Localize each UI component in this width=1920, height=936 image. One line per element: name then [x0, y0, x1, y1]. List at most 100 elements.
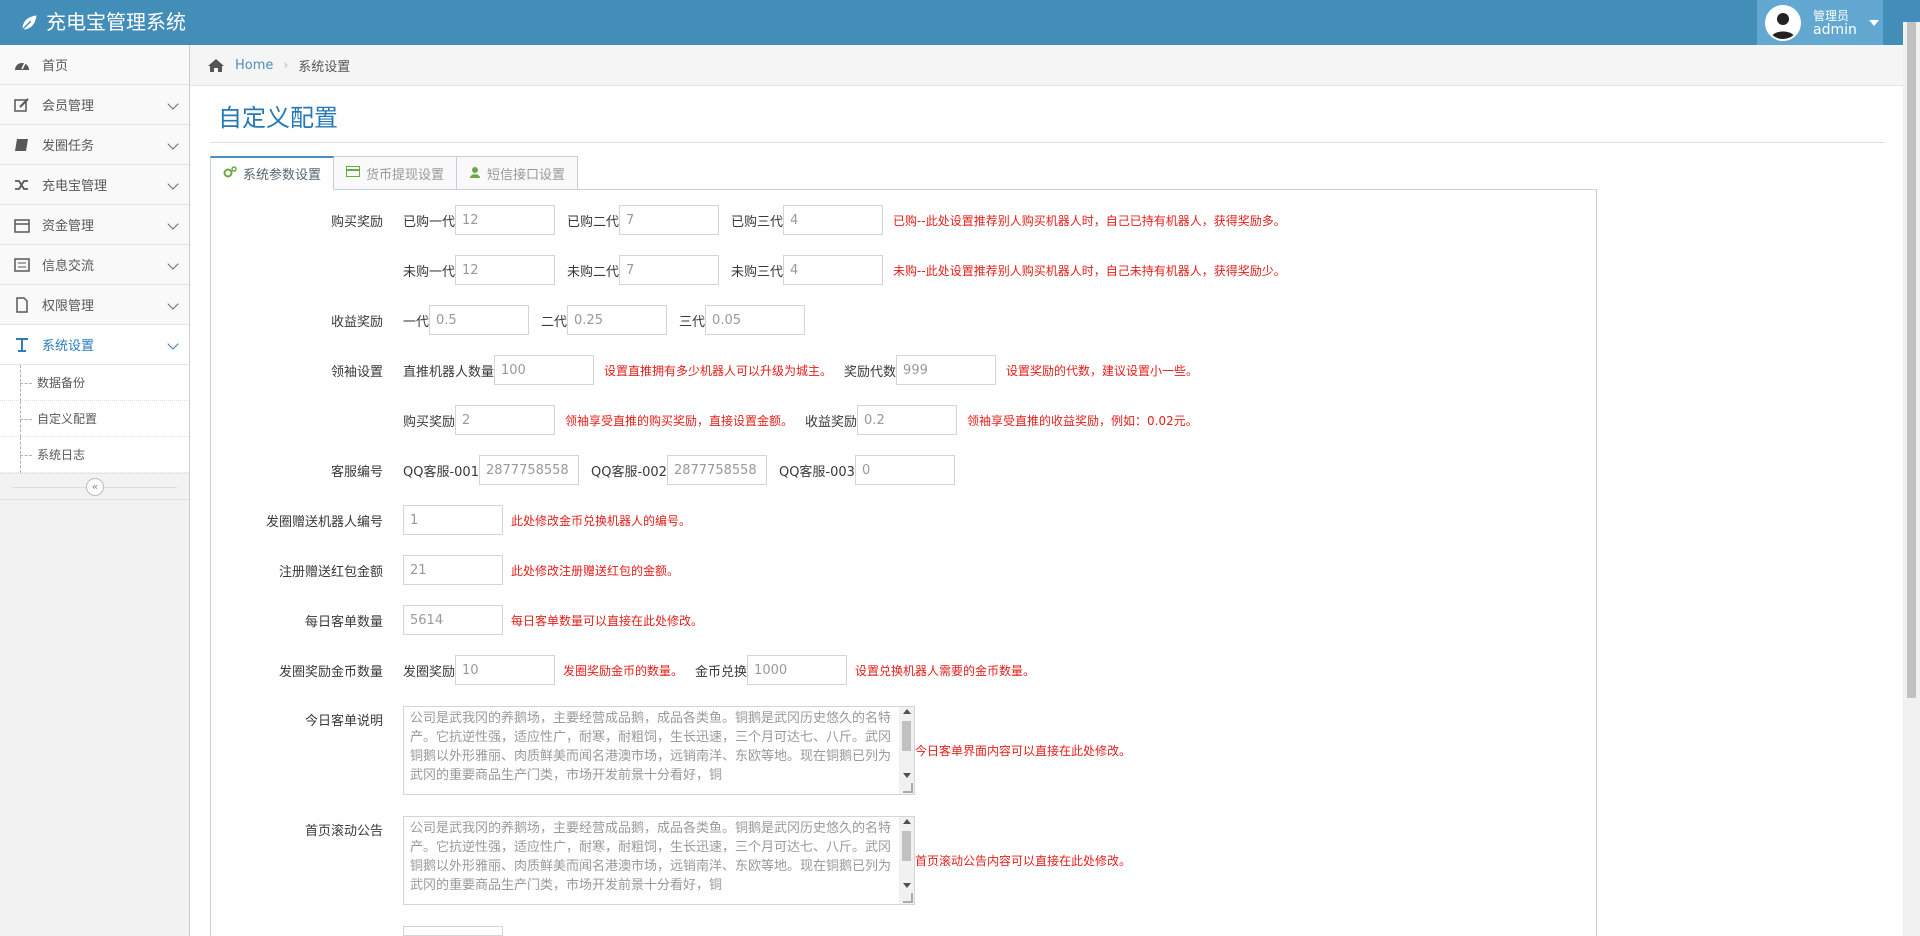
today-desc-textarea[interactable]: 公司是武我冈的养鹅场，主要经营成品鹅，成品各类鱼。铜鹅是武冈历史悠久的名特产。它…: [403, 706, 915, 795]
gift-robot-controls: 1 此处修改金币兑换机器人的编号。: [403, 505, 691, 535]
input-prefix: 直推机器人数量: [403, 364, 495, 380]
scrollbar-thumb[interactable]: [1907, 22, 1916, 698]
field-label: 今日客单说明: [304, 714, 383, 729]
sidebar-item-funds[interactable]: 资金管理: [0, 205, 189, 245]
chevron-down-icon: [167, 138, 179, 150]
edit-icon: [12, 96, 32, 114]
service-controls: QQ客服-001 2877758558 QQ客服-002 2877758558 …: [403, 455, 955, 485]
leader-controls-1: 直推机器人数量 100 设置直推拥有多少机器人可以升级为城主。 奖励代数 999…: [403, 355, 1198, 385]
list-icon: [12, 256, 32, 274]
resize-grip-icon[interactable]: [903, 783, 913, 793]
sidebar-collapse-bar: «: [0, 474, 189, 500]
reward-generations-input[interactable]: 999: [896, 355, 997, 385]
sidebar-item-label: 权限管理: [42, 299, 95, 314]
tab-withdraw-settings[interactable]: 货币提现设置: [333, 156, 458, 190]
tab-sms-settings[interactable]: 短信接口设置: [456, 156, 579, 190]
leader-purchase-reward-input[interactable]: 2: [455, 405, 556, 435]
field-label: 每日客单数量: [304, 615, 383, 630]
tab-system-params[interactable]: 系统参数设置: [210, 156, 335, 190]
coin-reward-controls: 发圈奖励 10 发圈奖励金币的数量。 金币兑换 1000 设置兑换机器人需要的金…: [403, 655, 1035, 685]
field-label: 发圈奖励金币数量: [278, 665, 383, 680]
sidebar-item-messages[interactable]: 信息交流: [0, 245, 189, 285]
app-title: 充电宝管理系统: [46, 10, 186, 34]
leader-income-reward-input[interactable]: 0.2: [857, 405, 958, 435]
qq-service-003-input[interactable]: 0: [854, 455, 955, 485]
bought-gen3-input[interactable]: 4: [783, 205, 884, 235]
input-prefix: QQ客服-002: [590, 464, 667, 480]
unbought-gen3-input[interactable]: 4: [783, 255, 884, 285]
sidebar-subitem-backup[interactable]: 数据备份: [0, 365, 189, 401]
chevron-down-icon: [167, 258, 179, 270]
chevron-down-icon: [167, 298, 179, 310]
field-label: 购买奖励: [330, 215, 383, 230]
daily-orders-controls: 5614 每日客单数量可以直接在此处修改。: [403, 605, 703, 635]
input-prefix: 二代: [541, 314, 568, 330]
user-avatar-icon: [1767, 6, 1799, 39]
post-reward-coins-input[interactable]: 10: [455, 655, 556, 685]
bought-gen2-input[interactable]: 7: [619, 205, 720, 235]
avatar: [1765, 4, 1801, 41]
unbought-gen2-input[interactable]: 7: [619, 255, 720, 285]
help-text: 领袖享受直推的购买奖励，直接设置金额。: [565, 413, 794, 428]
resize-grip-icon[interactable]: [903, 893, 913, 903]
input-prefix: 已购二代: [567, 214, 620, 230]
help-text: 未购--此处设置推荐别人购买机器人时，自己未持有机器人，获得奖励少。: [893, 263, 1286, 278]
breadcrumb-home-link[interactable]: Home: [235, 58, 273, 73]
field-label: 收益奖励: [330, 315, 383, 330]
sidebar-item-permissions[interactable]: 权限管理: [0, 285, 189, 325]
purchase-unbought-controls: 未购一代 12 未购二代 7 未购三代 4 未购--此处设置推荐别人购买机器人时…: [403, 255, 1286, 285]
page-scrollbar[interactable]: [1903, 22, 1920, 936]
field-label: 注册赠送红包金额: [278, 565, 383, 580]
home-notice-textarea[interactable]: 公司是武我冈的养鹅场，主要经营成品鹅，成品各类鱼。铜鹅是武冈历史悠久的名特产。它…: [403, 816, 915, 905]
qq-service-001-input[interactable]: 2877758558: [478, 455, 579, 485]
sidebar-item-label: 会员管理: [42, 99, 95, 114]
input-prefix: QQ客服-003: [778, 464, 855, 480]
help-text: 发圈奖励金币的数量。: [563, 663, 684, 678]
help-text: 此处修改注册赠送红包的金额。: [511, 563, 680, 578]
caret-down-icon: [1868, 19, 1879, 26]
unbought-gen1-input[interactable]: 12: [455, 255, 556, 285]
breadcrumb-separator-icon: ›: [283, 58, 289, 72]
input-prefix: 未购一代: [403, 264, 456, 280]
income-gen2-input[interactable]: 0.25: [567, 305, 668, 335]
user-name: admin: [1813, 21, 1857, 38]
textarea-scrollbar[interactable]: [899, 817, 914, 904]
bought-gen1-input[interactable]: 12: [455, 205, 556, 235]
textarea-content: 公司是武我冈的养鹅场，主要经营成品鹅，成品各类鱼。铜鹅是武冈历史悠久的名特产。它…: [410, 821, 892, 893]
help-text: 已购--此处设置推荐别人购买机器人时，自己已持有机器人，获得奖励多。: [893, 213, 1286, 228]
home-notice-controls: 公司是武我冈的养鹅场，主要经营成品鹅，成品各类鱼。铜鹅是武冈历史悠久的名特产。它…: [403, 816, 1131, 905]
tab-label: 系统参数设置: [243, 168, 322, 183]
leader-controls-2: 购买奖励 2 领袖享受直推的购买奖励，直接设置金额。 收益奖励 0.2 领袖享受…: [403, 405, 1198, 435]
sidebar-item-tasks[interactable]: 发圈任务: [0, 125, 189, 165]
income-gen1-input[interactable]: 0.5: [429, 305, 530, 335]
leaf-icon: [20, 13, 39, 31]
book-icon: [12, 136, 32, 154]
breadcrumb-current: 系统设置: [298, 59, 351, 75]
sidebar-item-home[interactable]: 首页: [0, 45, 189, 85]
input-prefix: 已购一代: [403, 214, 456, 230]
sidebar-subitem-custom-config[interactable]: 自定义配置: [0, 401, 189, 437]
coin-exchange-input[interactable]: 1000: [747, 655, 848, 685]
user-menu[interactable]: 管理员 admin: [1757, 0, 1883, 45]
brand[interactable]: 充电宝管理系统: [18, 0, 186, 45]
field-label: 客服编号: [330, 465, 383, 480]
sidebar-item-label: 系统设置: [42, 339, 95, 354]
sidebar-item-settings[interactable]: 系统设置: [0, 325, 189, 365]
qq-service-002-input[interactable]: 2877758558: [666, 455, 767, 485]
sidebar-subitem-system-log[interactable]: 系统日志: [0, 437, 189, 473]
field-label: 发圈赠送机器人编号: [265, 515, 383, 530]
income-gen3-input[interactable]: 0.05: [705, 305, 806, 335]
textarea-scrollbar[interactable]: [899, 707, 914, 794]
calendar-icon: [12, 216, 32, 234]
register-bonus-input[interactable]: 21: [403, 555, 503, 585]
sidebar-item-label: 信息交流: [42, 259, 95, 274]
help-text: 设置直推拥有多少机器人可以升级为城主。: [604, 363, 833, 378]
daily-orders-input[interactable]: 5614: [403, 605, 503, 635]
partial-input[interactable]: [403, 926, 503, 936]
direct-robot-count-input[interactable]: 100: [494, 355, 595, 385]
user-info: 管理员 admin: [1813, 9, 1857, 37]
double-chevron-left-icon[interactable]: «: [86, 478, 104, 496]
gift-robot-id-input[interactable]: 1: [403, 505, 503, 535]
sidebar-item-powerbank[interactable]: 充电宝管理: [0, 165, 189, 205]
sidebar-item-members[interactable]: 会员管理: [0, 85, 189, 125]
